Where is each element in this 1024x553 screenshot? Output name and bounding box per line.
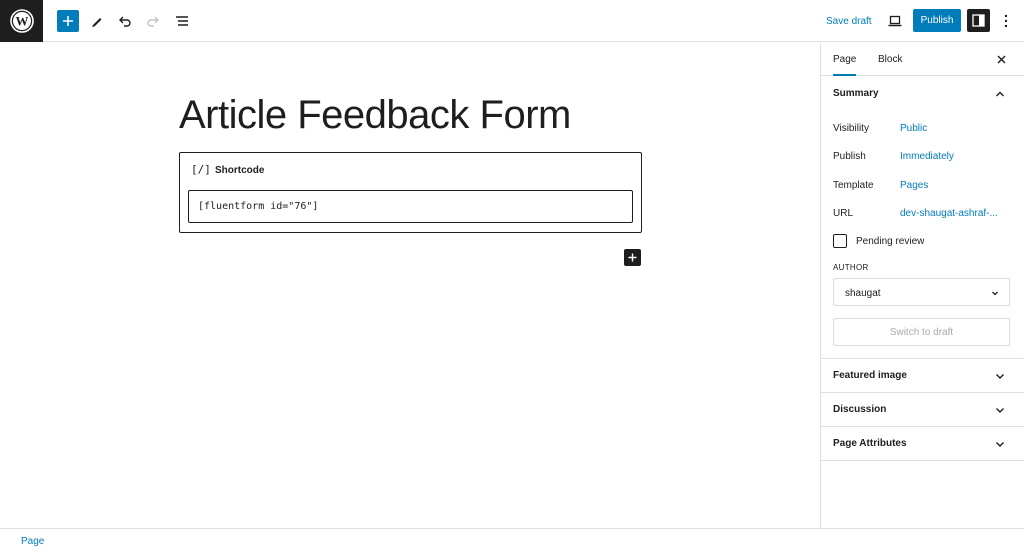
block-inserter-button[interactable] [624, 249, 641, 266]
add-block-button[interactable] [57, 10, 79, 32]
page-attributes-panel-title: Page Attributes [833, 438, 907, 449]
chevron-down-icon [996, 408, 1004, 413]
block-breadcrumb-bar: Page [0, 528, 1024, 553]
shortcode-block[interactable]: [/] Shortcode [fluentform id="76"] [179, 152, 642, 233]
publish-button[interactable]: Publish [913, 9, 961, 32]
plus-icon [628, 253, 637, 262]
laptop-icon [888, 15, 902, 27]
plus-icon [63, 16, 73, 26]
undo-button[interactable] [114, 10, 136, 32]
publish-date-link[interactable]: Immediately [900, 151, 1000, 162]
redo-button[interactable] [142, 10, 164, 32]
close-sidebar-button[interactable] [993, 51, 1009, 67]
pencil-icon [92, 18, 102, 27]
tools-button[interactable] [86, 10, 108, 32]
shortcode-icon: [/] [191, 163, 211, 176]
visibility-label: Visibility [833, 123, 869, 134]
url-value-link[interactable]: dev-shaugat-ashraf-... [900, 208, 1000, 219]
author-select[interactable]: shaugat [833, 278, 1010, 306]
settings-sidebar: Page Block Summary Visibility Public Pub… [820, 43, 1024, 528]
switch-to-draft-button[interactable]: Switch to draft [833, 318, 1010, 346]
options-button[interactable] [996, 10, 1016, 32]
featured-image-panel-title: Featured image [833, 370, 907, 381]
list-view-button[interactable] [171, 10, 193, 32]
post-title[interactable]: Article Feedback Form [179, 93, 571, 138]
editor-header: W Save draft Publish [0, 0, 1024, 42]
summary-panel-title: Summary [833, 88, 879, 99]
shortcode-input[interactable]: [fluentform id="76"] [188, 190, 633, 223]
visibility-value-link[interactable]: Public [900, 123, 1000, 134]
close-icon [997, 55, 1005, 63]
sidebar-panel-icon [972, 14, 985, 27]
chevron-down-icon [992, 291, 998, 296]
publish-label: Publish [833, 151, 866, 162]
tab-block[interactable]: Block [878, 43, 902, 76]
list-view-icon [176, 16, 188, 26]
page-attributes-panel-toggle[interactable]: Page Attributes [821, 427, 1024, 461]
more-vertical-icon [1004, 14, 1008, 28]
url-label: URL [833, 208, 854, 219]
pending-review-label[interactable]: Pending review [856, 236, 924, 247]
save-draft-button[interactable]: Save draft [822, 10, 876, 32]
discussion-panel-title: Discussion [833, 404, 887, 415]
sidebar-tabs: Page Block [821, 43, 1024, 76]
template-value-link[interactable]: Pages [900, 180, 1000, 191]
panel-divider [821, 460, 1024, 461]
shortcode-block-label: Shortcode [215, 165, 265, 176]
author-select-value: shaugat [845, 288, 881, 299]
chevron-up-icon [996, 91, 1004, 97]
redo-icon [147, 16, 159, 27]
editor-canvas: Article Feedback Form [/] Shortcode [flu… [0, 43, 820, 528]
chevron-down-icon [996, 442, 1004, 447]
tab-page[interactable]: Page [833, 43, 857, 76]
discussion-panel-toggle[interactable]: Discussion [821, 393, 1024, 427]
settings-toggle-button[interactable] [967, 9, 990, 32]
wordpress-logo-icon[interactable]: W [0, 0, 43, 42]
pending-review-checkbox[interactable] [833, 234, 847, 248]
template-label: Template [833, 180, 874, 191]
undo-icon [119, 16, 131, 27]
summary-panel-toggle[interactable]: Summary [821, 77, 1024, 111]
chevron-down-icon [996, 374, 1004, 379]
svg-text:W: W [15, 14, 28, 29]
featured-image-panel-toggle[interactable]: Featured image [821, 359, 1024, 393]
author-heading: AUTHOR [833, 263, 869, 272]
preview-button[interactable] [884, 10, 906, 32]
breadcrumb-page[interactable]: Page [21, 536, 44, 547]
